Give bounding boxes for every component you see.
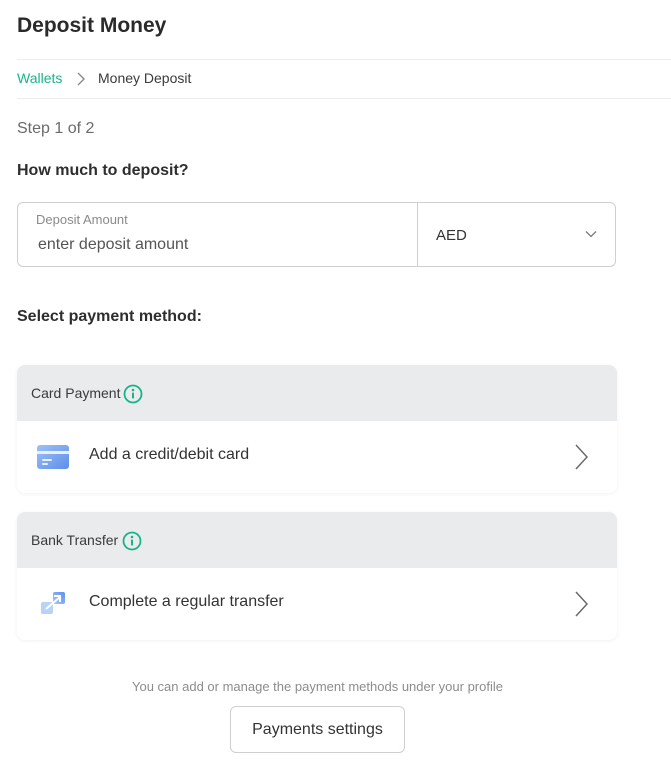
currency-value: AED (436, 227, 467, 244)
page-title: Deposit Money (17, 14, 167, 37)
title-divider (17, 59, 671, 60)
step-indicator: Step 1 of 2 (17, 120, 95, 137)
deposit-amount-input[interactable] (36, 233, 398, 257)
card-payment-header: Card Payment (17, 365, 617, 421)
payments-settings-button[interactable]: Payments settings (230, 706, 405, 753)
bank-transfer-section: Bank Transfer Complete a regular transfe… (17, 512, 617, 640)
breadcrumb-wallets-link[interactable]: Wallets (17, 70, 62, 86)
payment-methods-note: You can add or manage the payment method… (132, 679, 503, 694)
info-icon[interactable] (123, 384, 143, 404)
card-payment-section: Card Payment Add a credit/debit card (17, 365, 617, 493)
deposit-amount-label: Deposit Amount (36, 212, 128, 227)
breadcrumb-divider (17, 98, 671, 99)
bank-transfer-header: Bank Transfer (17, 512, 617, 568)
deposit-amount-field: Deposit Amount AED (17, 202, 616, 267)
chevron-down-icon (585, 231, 597, 238)
chevron-right-icon (575, 591, 589, 617)
regular-transfer-label: Complete a regular transfer (89, 593, 284, 610)
add-card-label: Add a credit/debit card (89, 446, 250, 463)
transfer-arrows-icon (41, 592, 65, 614)
deposit-question: How much to deposit? (17, 162, 189, 179)
card-payment-title: Card Payment (31, 385, 121, 401)
payment-method-heading: Select payment method: (17, 308, 202, 325)
chevron-right-icon (575, 444, 589, 470)
credit-card-icon (37, 445, 69, 469)
add-card-option[interactable]: Add a credit/debit card (17, 421, 617, 493)
regular-transfer-option[interactable]: Complete a regular transfer (17, 568, 617, 640)
currency-select[interactable]: AED (418, 203, 615, 266)
chevron-right-icon (77, 72, 85, 86)
bank-transfer-title: Bank Transfer (31, 532, 119, 548)
info-icon[interactable] (122, 531, 142, 551)
breadcrumb-current: Money Deposit (98, 70, 192, 86)
